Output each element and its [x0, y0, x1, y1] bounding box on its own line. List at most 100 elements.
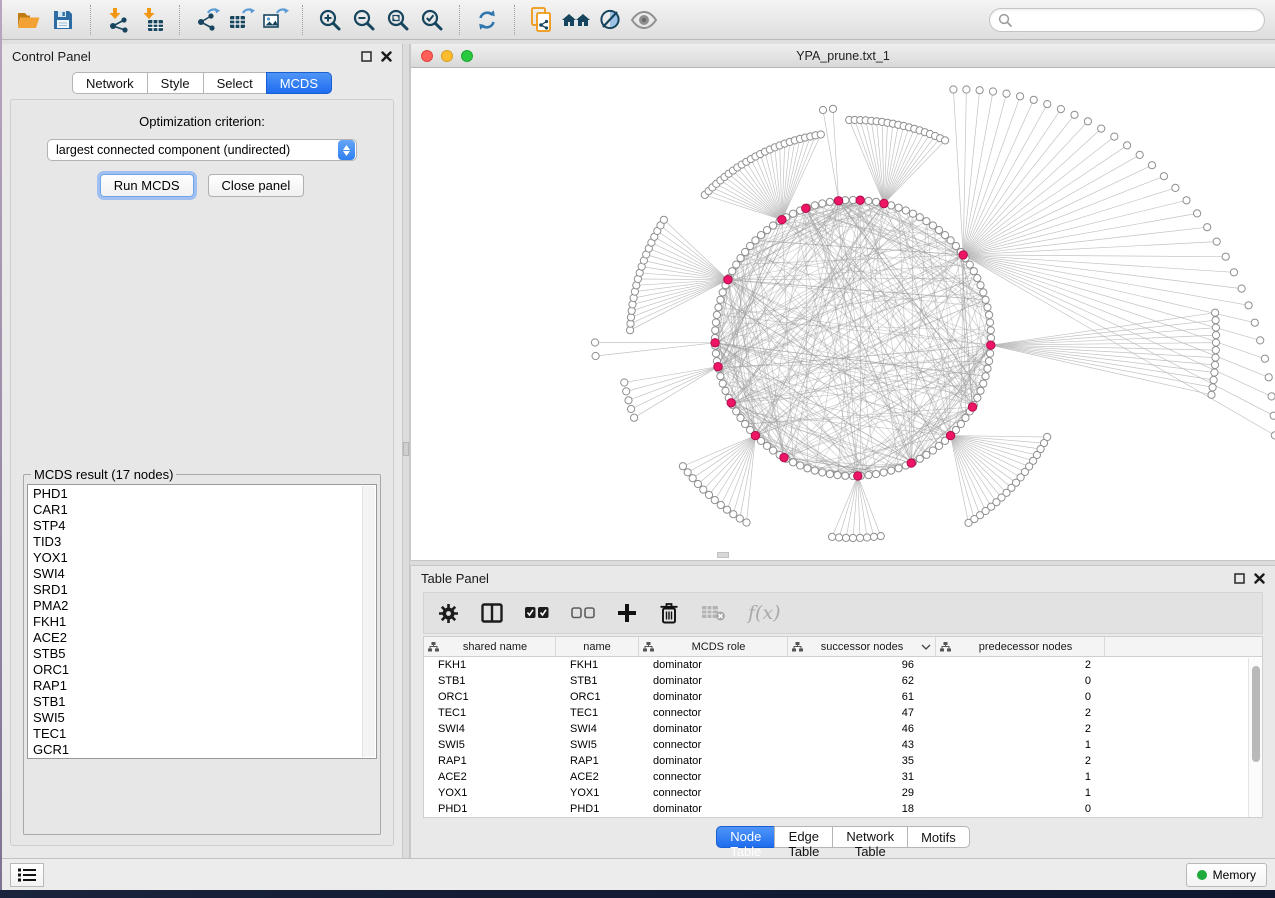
- table-cell: connector: [639, 787, 788, 799]
- tab-network-table[interactable]: Network Table: [832, 826, 908, 848]
- save-session-button[interactable]: [46, 4, 80, 36]
- panel-divider-vertical[interactable]: [402, 44, 410, 858]
- close-panel-icon[interactable]: [381, 51, 392, 62]
- mcds-list-item[interactable]: TID3: [33, 534, 376, 550]
- zoom-fit-button[interactable]: [381, 4, 415, 36]
- open-from-web-button[interactable]: [559, 4, 593, 36]
- window-close-button[interactable]: [421, 50, 433, 62]
- table-cell: SWI4: [556, 723, 639, 735]
- table-row[interactable]: SWI4SWI4dominator462: [424, 721, 1262, 737]
- network-graph[interactable]: [411, 68, 1275, 560]
- tab-motifs[interactable]: Motifs: [907, 826, 970, 848]
- unchecked-boxes-icon: [571, 607, 595, 619]
- float-panel-icon[interactable]: [361, 51, 372, 62]
- mcds-list-item[interactable]: PHD1: [33, 486, 376, 502]
- zoom-selected-button[interactable]: [415, 4, 449, 36]
- panel-list-button[interactable]: [10, 863, 44, 887]
- table-cell: SWI5: [556, 739, 639, 751]
- import-table-button[interactable]: [135, 4, 169, 36]
- table-scrollbar-thumb[interactable]: [1252, 666, 1260, 762]
- network-window-titlebar[interactable]: YPA_prune.txt_1: [411, 44, 1275, 68]
- deselect-all-button[interactable]: [571, 598, 595, 628]
- table-row[interactable]: RAP1RAP1dominator352: [424, 753, 1262, 769]
- select-all-button[interactable]: [525, 598, 549, 628]
- mcds-list-item[interactable]: ORC1: [33, 662, 376, 678]
- column-header-successor-nodes[interactable]: successor nodes: [788, 637, 936, 656]
- export-table-button[interactable]: [224, 4, 258, 36]
- column-layout-button[interactable]: [481, 598, 503, 628]
- delete-column-button[interactable]: [659, 598, 679, 628]
- zoom-fit-icon: [386, 8, 410, 32]
- table-row[interactable]: STB1STB1dominator620: [424, 673, 1262, 689]
- table-row[interactable]: ORC1ORC1dominator610: [424, 689, 1262, 705]
- optimization-criterion-select[interactable]: largest connected component (undirected): [47, 139, 357, 161]
- table-cell: SWI5: [424, 739, 556, 751]
- column-header-predecessor-nodes[interactable]: predecessor nodes: [936, 637, 1105, 656]
- toolbar-separator: [459, 5, 460, 35]
- table-row[interactable]: SWI5SWI5connector431: [424, 737, 1262, 753]
- control-panel-titlebar: Control Panel: [2, 44, 402, 68]
- mcds-list-item[interactable]: TEC1: [33, 726, 376, 742]
- table-row[interactable]: YOX1YOX1connector291: [424, 785, 1262, 801]
- export-network-button[interactable]: [190, 4, 224, 36]
- mcds-list-item[interactable]: PMA2: [33, 598, 376, 614]
- search-input[interactable]: [1012, 13, 1256, 27]
- column-header-label: MCDS role: [692, 641, 746, 653]
- mcds-list-item[interactable]: CAR1: [33, 502, 376, 518]
- table-scrollbar[interactable]: [1248, 658, 1262, 817]
- memory-button[interactable]: Memory: [1186, 863, 1267, 887]
- float-panel-icon[interactable]: [1234, 573, 1245, 584]
- mcds-list-item[interactable]: STB1: [33, 694, 376, 710]
- refresh-view-button[interactable]: [470, 4, 504, 36]
- table-cell: 1: [936, 787, 1105, 799]
- mcds-list-item[interactable]: YOX1: [33, 550, 376, 566]
- open-session-button[interactable]: [12, 4, 46, 36]
- table-cell: 18: [788, 803, 936, 815]
- table-row[interactable]: ACE2ACE2connector311: [424, 769, 1262, 785]
- zoom-out-button[interactable]: [347, 4, 381, 36]
- mcds-result-list[interactable]: PHD1CAR1STP4TID3YOX1SWI4SRD1PMA2FKH1ACE2…: [27, 484, 377, 759]
- tab-mcds[interactable]: MCDS: [266, 72, 332, 94]
- node-table[interactable]: shared namename MCDS role successor nodesp…: [423, 636, 1263, 818]
- window-zoom-button[interactable]: [461, 50, 473, 62]
- mcds-list-item[interactable]: SRD1: [33, 582, 376, 598]
- table-settings-button[interactable]: [438, 598, 459, 628]
- table-row[interactable]: PHD1PHD1dominator180: [424, 801, 1262, 817]
- export-image-button[interactable]: [258, 4, 292, 36]
- add-column-button[interactable]: [617, 598, 637, 628]
- tab-style[interactable]: Style: [147, 72, 204, 94]
- mcds-list-item[interactable]: SWI4: [33, 566, 376, 582]
- window-minimize-button[interactable]: [441, 50, 453, 62]
- delete-table-button[interactable]: [701, 598, 726, 628]
- close-panel-icon[interactable]: [1254, 573, 1265, 584]
- canvas-scroll-knob[interactable]: [717, 552, 729, 558]
- run-mcds-button[interactable]: Run MCDS: [100, 174, 194, 197]
- mcds-list-item[interactable]: STB5: [33, 646, 376, 662]
- export-to-web-button[interactable]: [525, 4, 559, 36]
- show-graphics-button[interactable]: [627, 4, 661, 36]
- mcds-list-item[interactable]: STP4: [33, 518, 376, 534]
- mcds-list-item[interactable]: RAP1: [33, 678, 376, 694]
- function-builder-button[interactable]: f(x): [748, 598, 781, 628]
- mcds-list-item[interactable]: ACE2: [33, 630, 376, 646]
- tab-network[interactable]: Network: [72, 72, 148, 94]
- mcds-list-item[interactable]: SWI5: [33, 710, 376, 726]
- divider-knob[interactable]: [403, 442, 409, 456]
- table-panel-titlebar: Table Panel: [411, 566, 1275, 590]
- close-panel-button[interactable]: Close panel: [208, 174, 305, 197]
- zoom-in-button[interactable]: [313, 4, 347, 36]
- column-header-shared-name[interactable]: shared name: [424, 637, 556, 656]
- import-network-button[interactable]: [101, 4, 135, 36]
- tab-select[interactable]: Select: [203, 72, 267, 94]
- table-row[interactable]: TEC1TEC1connector472: [424, 705, 1262, 721]
- table-row[interactable]: FKH1FKH1dominator962: [424, 657, 1262, 673]
- column-header-MCDS-role[interactable]: MCDS role: [639, 637, 788, 656]
- network-canvas[interactable]: [411, 68, 1275, 560]
- tab-edge-table[interactable]: Edge Table: [774, 826, 833, 848]
- tab-node-table[interactable]: Node Table: [716, 826, 775, 848]
- mcds-list-item[interactable]: GCR1: [33, 742, 376, 758]
- mcds-list-scrollbar[interactable]: [362, 486, 375, 757]
- column-header-name[interactable]: name: [556, 637, 639, 656]
- toggle-graphics-details-button[interactable]: [593, 4, 627, 36]
- mcds-list-item[interactable]: FKH1: [33, 614, 376, 630]
